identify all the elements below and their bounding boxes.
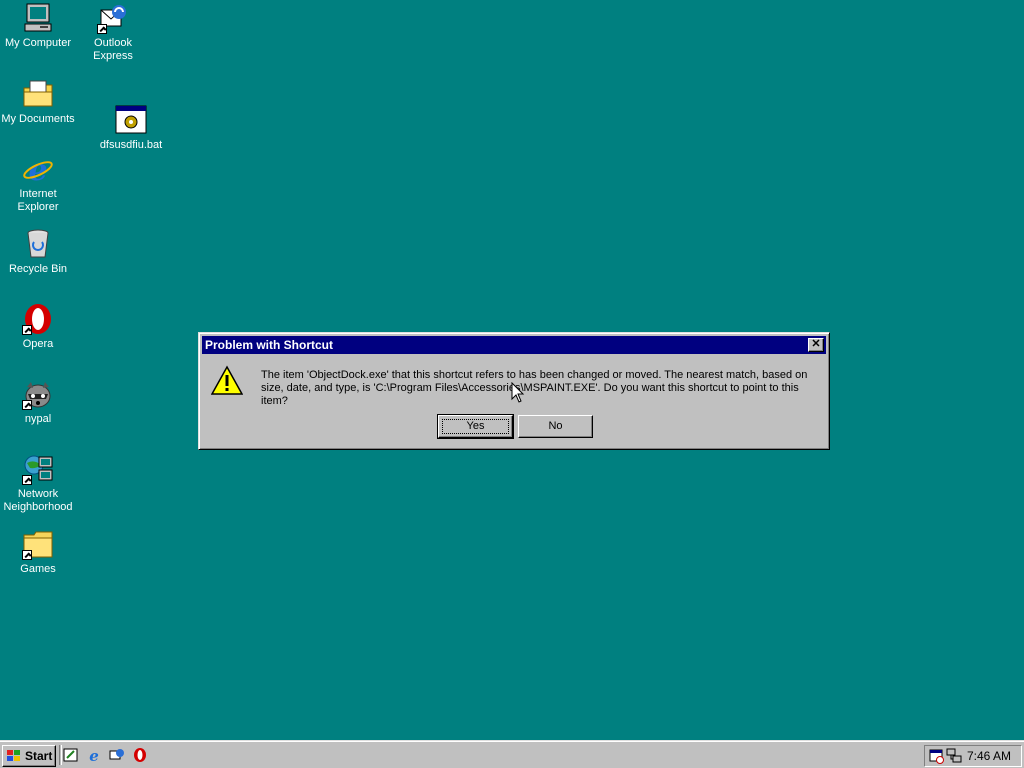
my-documents-icon [22,78,54,110]
desktop-icon-outlook-express[interactable]: Outlook Express [75,2,151,63]
folder-icon [22,528,54,560]
raccoon-icon [22,378,54,410]
desktop-icon-games[interactable]: Games [0,528,76,576]
internet-explorer-icon[interactable]: e [86,747,104,765]
icon-label: Recycle Bin [8,263,68,275]
desktop-icon-network-neighborhood[interactable]: Network Neighborhood [0,453,76,514]
yes-button[interactable]: Yes [437,414,514,439]
icon-label: My Computer [4,37,72,49]
system-tray: 7:46 AM [924,745,1022,767]
icon-label: Games [20,563,56,575]
svg-text:e: e [89,747,99,763]
dialog-message: The item 'ObjectDock.exe' that this shor… [261,369,808,407]
opera-icon [22,303,54,335]
no-button-label: No [548,420,563,432]
outlook-express-icon [97,2,129,34]
internet-explorer-icon: e [22,153,54,185]
recycle-bin-icon [22,228,54,260]
taskbar: Start e 7:46 AM [0,740,1024,768]
icon-label: nypal [24,413,52,425]
desktop-icon-batch-file[interactable]: dfsusdfiu.bat [93,104,169,152]
show-desktop-icon[interactable] [63,747,81,765]
desktop-icon-nypal[interactable]: nypal [0,378,76,426]
desktop-icon-my-computer[interactable]: My Computer [0,2,76,50]
icon-label: Internet Explorer [17,188,59,213]
start-button[interactable]: Start [2,745,56,767]
clock[interactable]: 7:46 AM [967,746,1011,766]
start-label: Start [25,749,53,763]
icon-label: Opera [22,338,54,350]
icon-label: Outlook Express [93,37,133,62]
dialog-title: Problem with Shortcut [205,338,334,352]
desktop-icon-internet-explorer[interactable]: e Internet Explorer [0,153,76,214]
opera-icon[interactable] [132,747,150,765]
network-neighborhood-icon [22,453,54,485]
quick-launch-separator [59,745,62,765]
icon-label: dfsusdfiu.bat [99,139,163,151]
desktop-icon-opera[interactable]: Opera [0,303,76,351]
icon-label: Network Neighborhood [3,488,73,513]
mouse-cursor-icon [511,382,525,403]
warning-icon [210,365,244,397]
icon-label: My Documents [1,113,75,125]
my-computer-icon [22,2,54,34]
scheduler-icon[interactable] [929,748,945,764]
batch-file-icon [115,104,147,136]
windows-logo-icon [7,750,20,761]
close-icon: ✕ [811,338,821,350]
no-button[interactable]: No [518,415,593,438]
outlook-express-icon[interactable] [109,747,127,765]
network-icon[interactable] [946,748,962,764]
desktop-icon-recycle-bin[interactable]: Recycle Bin [0,228,76,276]
desktop-icon-my-documents[interactable]: My Documents [0,78,76,126]
close-button[interactable]: ✕ [808,338,824,352]
dialog-titlebar[interactable]: Problem with Shortcut ✕ [202,336,826,354]
